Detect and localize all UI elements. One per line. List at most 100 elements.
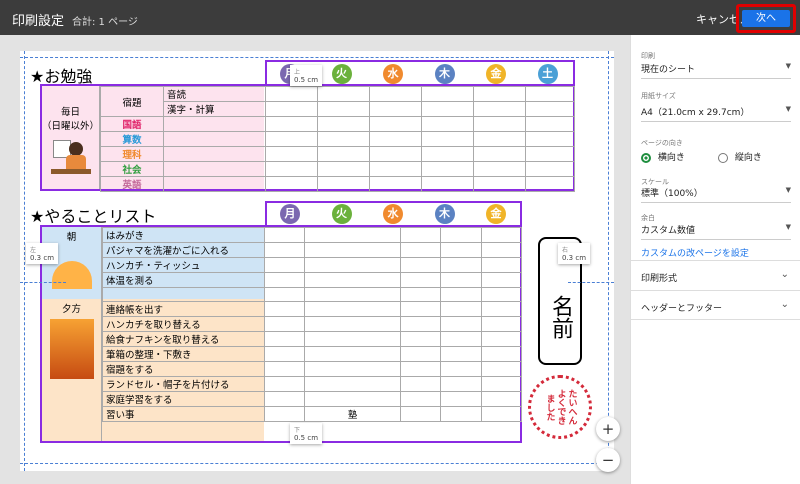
margin-select[interactable]: カスタム数値 ▼: [641, 223, 791, 240]
todo-check-cell: [304, 227, 401, 243]
paper-size-select[interactable]: A4（21.0cm x 29.7cm） ▼: [641, 105, 791, 122]
left-margin-guide[interactable]: [24, 51, 25, 471]
next-button[interactable]: 次へ: [742, 10, 790, 27]
todo-check-cell: [263, 242, 306, 258]
todo-item: ランドセル・帽子を片付ける: [102, 376, 265, 393]
todo-item: 連絡帳を出す: [102, 301, 265, 318]
todo-title: ★やることリスト: [30, 207, 157, 226]
portrait-label: 縦向き: [734, 153, 762, 163]
todo-check-cell: 塾: [304, 406, 401, 423]
evening-label: 夕方: [61, 304, 81, 315]
right-margin-value-box[interactable]: 右 0.3 cm: [558, 243, 591, 264]
sunrise-illustration: [51, 261, 92, 289]
child-head-icon: [68, 142, 83, 156]
todo-row: 筆箱の整理・下敷き: [102, 346, 523, 363]
bottom-margin-value-box[interactable]: 下 0.5 cm: [290, 423, 323, 444]
zoom-in-button[interactable]: +: [596, 417, 620, 441]
todo-check-cell: [440, 376, 482, 393]
todo-row: 家庭学習をする: [102, 391, 523, 408]
todo-row: ランドセル・帽子を片付ける: [102, 376, 523, 393]
orientation-label: ページの向き: [641, 139, 683, 147]
todo-table: はみがき パジャマを洗濯かごに入れる ハンカチ・ティッシュ 体温を測る 連絡帳を出す ハン…: [102, 227, 523, 423]
right-margin-guide[interactable]: [608, 51, 609, 471]
todo-check-cell: [480, 361, 523, 378]
subject-science: 理科: [100, 146, 164, 162]
todo-check-cell: [263, 227, 306, 243]
todo-check-cell: [263, 286, 306, 303]
todo-check-cell: [480, 376, 523, 393]
todo-check-cell: [440, 286, 482, 303]
todo-check-cell: [304, 272, 401, 288]
settings-panel: 印刷 現在のシート ▼ 用紙サイズ A4（21.0cm x 29.7cm） ▼ ペー…: [630, 35, 800, 484]
todo-check-cell: [440, 361, 482, 378]
todo-check-cell: [399, 346, 442, 363]
todo-check-cell: [304, 391, 401, 408]
desk-icon: [50, 169, 91, 174]
todo-check-cell: [263, 272, 306, 288]
page-preview: ★お勉強 月火水木金土 毎日 （日曜以外） 宿題 音読 漢字・計算 国語 算数 …: [20, 51, 614, 471]
study-left-cell: 毎日 （日曜以外）: [42, 86, 100, 189]
bottom-margin-label: 下: [294, 427, 301, 434]
todo-item: ハンカチ・ティッシュ: [102, 257, 265, 273]
right-margin-line: [568, 282, 614, 283]
todo-check-cell: [263, 391, 306, 408]
top-margin-guide[interactable]: [20, 57, 614, 58]
day-circle: 木: [434, 64, 455, 84]
print-settings-header: 印刷設定 合計: 1 ページ キャンセル 次へ: [0, 0, 800, 35]
next-button-highlight: 次へ: [736, 4, 796, 33]
day-circle: 木: [434, 204, 455, 224]
todo-check-cell: [440, 242, 482, 258]
homework-label: 宿題: [100, 86, 164, 117]
dropdown-caret-icon: ▼: [785, 223, 791, 231]
todo-check-cell: [263, 257, 306, 273]
bottom-margin-guide[interactable]: [20, 463, 614, 464]
study-row: 音読: [163, 86, 266, 102]
scale-value: 標準（100%）: [641, 189, 703, 199]
todo-check-cell: [304, 286, 401, 303]
todo-check-cell: [399, 301, 442, 318]
todo-check-cell: [440, 391, 482, 408]
scale-select[interactable]: 標準（100%） ▼: [641, 186, 791, 203]
chevron-down-icon: ⌄: [780, 299, 789, 310]
format-section[interactable]: 印刷形式 ⌄: [631, 260, 800, 290]
print-value: 現在のシート: [641, 65, 696, 75]
todo-check-cell: [480, 331, 523, 348]
paper-size-value: A4（21.0cm x 29.7cm）: [641, 108, 750, 118]
left-margin-value-box[interactable]: 左 0.3 cm: [26, 243, 59, 264]
todo-check-cell: [263, 376, 306, 393]
todo-item: 給食ナフキンを取り替える: [102, 331, 265, 348]
todo-check-cell: [440, 331, 482, 348]
todo-item: パジャマを洗濯かごに入れる: [102, 242, 265, 258]
todo-check-cell: [304, 257, 401, 273]
page-count: 合計: 1 ページ: [72, 17, 138, 28]
zoom-out-button[interactable]: −: [596, 448, 620, 472]
todo-check-cell: [304, 346, 401, 363]
left-margin-line: [20, 282, 66, 283]
todo-check-cell: [263, 346, 306, 363]
page-break-link[interactable]: カスタムの改ページを設定: [641, 246, 749, 259]
radio-checked-icon: [641, 152, 651, 163]
landscape-option[interactable]: 横向き: [641, 150, 685, 163]
day-circle: 火: [331, 204, 352, 224]
print-select[interactable]: 現在のシート ▼: [641, 62, 791, 79]
todo-row: ハンカチ・ティッシュ: [102, 257, 523, 273]
day-circle: 金: [486, 64, 506, 84]
todo-check-cell: [263, 316, 306, 333]
todo-check-cell: [263, 301, 306, 318]
header-footer-section[interactable]: ヘッダーとフッター ⌄: [631, 290, 800, 320]
todo-check-cell: [399, 257, 442, 273]
todo-check-cell: [304, 361, 401, 378]
print-preview-area: ★お勉強 月火水木金土 毎日 （日曜以外） 宿題 音読 漢字・計算 国語 算数 …: [0, 35, 630, 484]
radio-unchecked-icon: [718, 152, 728, 163]
todo-check-cell: [440, 346, 482, 363]
day-circle: 土: [537, 64, 558, 84]
everyday-label: 毎日 （日曜以外）: [42, 107, 100, 132]
todo-item: はみがき: [102, 227, 265, 243]
top-margin-value-box[interactable]: 上 0.5 cm: [290, 65, 323, 86]
todo-check-cell: [304, 331, 401, 348]
todo-check-cell: [440, 301, 482, 318]
dialog-title: 印刷設定: [12, 14, 65, 29]
day-circle: 水: [383, 204, 403, 224]
subject-math: 算数: [100, 131, 164, 147]
portrait-option[interactable]: 縦向き: [718, 150, 762, 163]
